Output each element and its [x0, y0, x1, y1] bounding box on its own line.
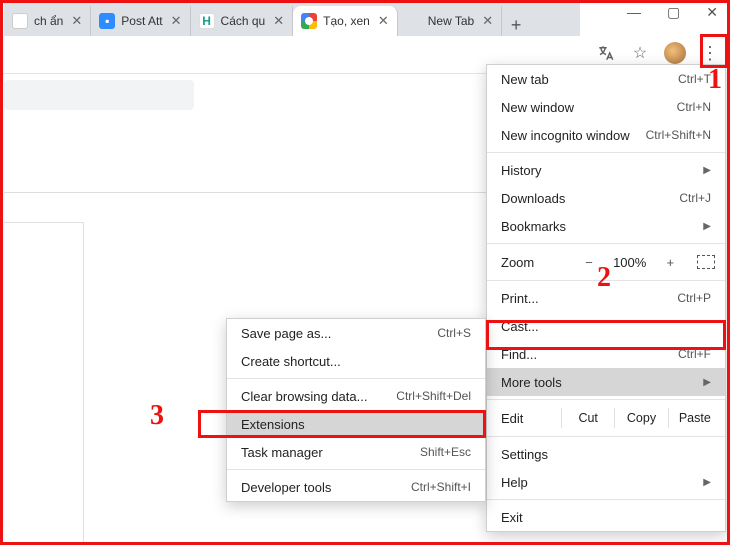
page-panel-edge [4, 222, 84, 542]
submenu-clear-browsing-data[interactable]: Clear browsing data... Ctrl+Shift+Del [227, 382, 485, 410]
menu-separator [487, 399, 725, 400]
star-icon[interactable]: ☆ [630, 43, 650, 63]
tab-1[interactable]: ch ẩn ✕ [4, 6, 91, 36]
menu-more-tools[interactable]: More tools ▶ [487, 368, 725, 396]
close-window-button[interactable]: ✕ [706, 4, 718, 21]
favicon-h-icon: H [199, 13, 215, 29]
profile-avatar[interactable] [664, 42, 686, 64]
paste-button[interactable]: Paste [668, 408, 721, 428]
translate-icon[interactable] [596, 43, 616, 63]
chevron-right-icon: ▶ [703, 165, 711, 176]
tab-close-icon[interactable]: ✕ [273, 13, 284, 29]
tab-5[interactable]: New Tab ✕ [398, 6, 502, 36]
tab-2[interactable]: ▪ Post Att ✕ [91, 6, 190, 36]
window-controls: — ▢ ✕ [627, 4, 718, 21]
more-tools-submenu: Save page as... Ctrl+S Create shortcut..… [226, 318, 486, 502]
submenu-developer-tools[interactable]: Developer tools Ctrl+Shift+I [227, 473, 485, 501]
menu-new-tab[interactable]: New tab Ctrl+T [487, 65, 725, 93]
tab-close-icon[interactable]: ✕ [71, 13, 82, 29]
menu-edit-row: Edit Cut Copy Paste [487, 403, 725, 433]
edit-label: Edit [501, 411, 561, 426]
submenu-save-page[interactable]: Save page as... Ctrl+S [227, 319, 485, 347]
omnibox-fragment [4, 80, 194, 110]
menu-settings[interactable]: Settings [487, 440, 725, 468]
tab-4-active[interactable]: Tạo, xen ✕ [293, 6, 398, 36]
menu-find[interactable]: Find... Ctrl+F [487, 340, 725, 368]
favicon-document-icon [12, 13, 28, 29]
menu-separator [487, 436, 725, 437]
menu-separator [227, 469, 485, 470]
tab-title: Cách qu [221, 14, 266, 28]
zoom-value: 100% [608, 255, 652, 270]
menu-separator [227, 378, 485, 379]
tab-close-icon[interactable]: ✕ [171, 13, 182, 29]
menu-separator [487, 152, 725, 153]
submenu-create-shortcut[interactable]: Create shortcut... [227, 347, 485, 375]
favicon-blank-icon [406, 13, 422, 29]
menu-cast[interactable]: Cast... [487, 312, 725, 340]
zoom-in-button[interactable]: + [659, 255, 681, 270]
menu-separator [487, 280, 725, 281]
tab-title: New Tab [428, 14, 474, 28]
menu-downloads[interactable]: Downloads Ctrl+J [487, 184, 725, 212]
favicon-google-icon [301, 13, 317, 29]
menu-help[interactable]: Help ▶ [487, 468, 725, 496]
kebab-menu-icon[interactable]: ⋮ [700, 43, 720, 63]
divider [4, 192, 488, 193]
annotation-number-3: 3 [150, 400, 164, 432]
maximize-button[interactable]: ▢ [667, 4, 680, 21]
tab-close-icon[interactable]: ✕ [482, 13, 493, 29]
menu-exit[interactable]: Exit [487, 503, 725, 531]
menu-separator [487, 499, 725, 500]
tab-close-icon[interactable]: ✕ [378, 13, 389, 29]
tab-title: Tạo, xen [323, 14, 370, 28]
chevron-right-icon: ▶ [703, 221, 711, 232]
new-tab-button[interactable]: + [502, 15, 530, 36]
submenu-extensions[interactable]: Extensions [227, 410, 485, 438]
submenu-task-manager[interactable]: Task manager Shift+Esc [227, 438, 485, 466]
menu-bookmarks[interactable]: Bookmarks ▶ [487, 212, 725, 240]
chevron-right-icon: ▶ [703, 477, 711, 488]
menu-print[interactable]: Print... Ctrl+P [487, 284, 725, 312]
favicon-zoom-icon: ▪ [99, 13, 115, 29]
chrome-main-menu: New tab Ctrl+T New window Ctrl+N New inc… [486, 64, 726, 532]
tab-title: ch ẩn [34, 14, 63, 28]
fullscreen-icon[interactable] [697, 255, 715, 269]
menu-history[interactable]: History ▶ [487, 156, 725, 184]
menu-zoom-row: Zoom − 100% + [487, 247, 725, 277]
copy-button[interactable]: Copy [614, 408, 667, 428]
menu-new-incognito[interactable]: New incognito window Ctrl+Shift+N [487, 121, 725, 149]
menu-separator [487, 243, 725, 244]
tab-3[interactable]: H Cách qu ✕ [191, 6, 294, 36]
minimize-button[interactable]: — [627, 4, 641, 21]
tab-title: Post Att [121, 14, 162, 28]
menu-new-window[interactable]: New window Ctrl+N [487, 93, 725, 121]
chevron-right-icon: ▶ [703, 377, 711, 388]
cut-button[interactable]: Cut [561, 408, 614, 428]
tab-strip: ch ẩn ✕ ▪ Post Att ✕ H Cách qu ✕ Tạo, xe… [4, 2, 580, 36]
zoom-label: Zoom [501, 255, 570, 270]
zoom-out-button[interactable]: − [578, 255, 600, 270]
